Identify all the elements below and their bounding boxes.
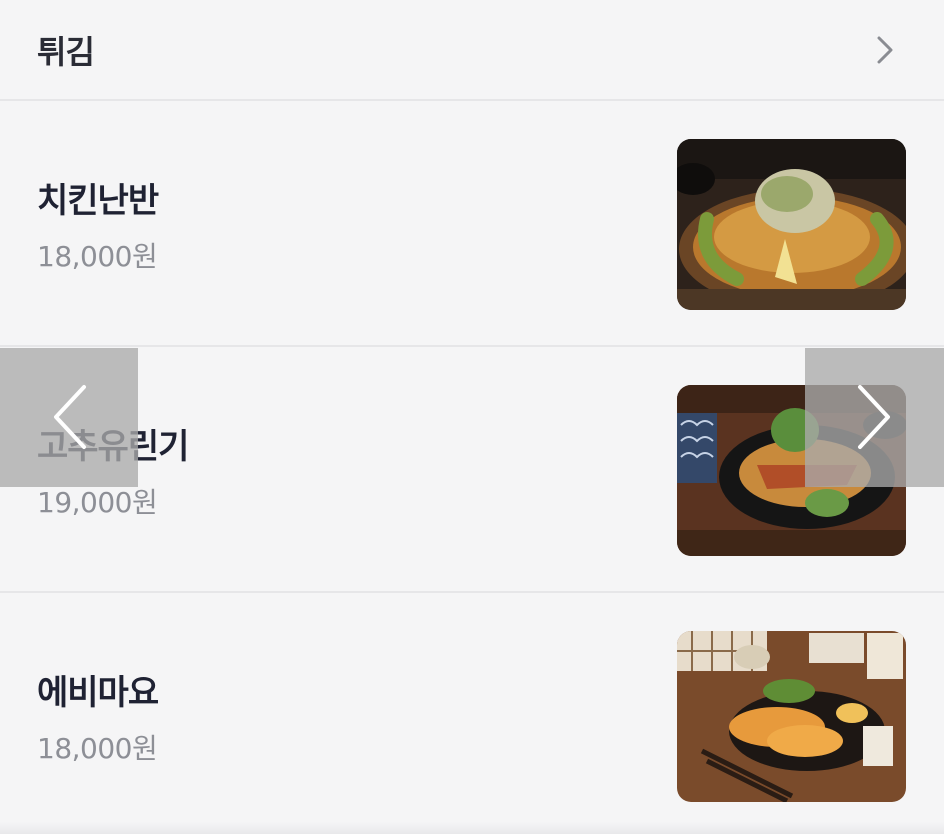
menu-item-price: 18,000원 [37,240,158,273]
section-title: 튀김 [37,33,95,71]
chevron-left-icon [54,385,86,449]
carousel-next-button[interactable] [805,348,944,487]
ebi-mayo-photo[interactable] [677,631,906,802]
menu-item-price: 18,000원 [37,732,158,765]
chevron-right-icon[interactable] [870,30,900,70]
menu-item-name: 에비마요 [37,673,159,713]
menu-item[interactable]: 치킨난반 18,000원 [0,101,944,347]
section-header[interactable]: 튀김 [0,0,944,101]
bottom-edge-shadow [0,822,944,834]
carousel-prev-button[interactable] [0,348,138,487]
chicken-nanban-photo[interactable] [677,139,906,310]
menu-item[interactable]: 에비마요 18,000원 [0,593,944,834]
chevron-right-icon [858,385,890,449]
menu-item-price: 19,000원 [37,486,158,519]
menu-item-name: 치킨난반 [37,181,159,221]
menu-item[interactable]: 고추유린기 19,000원 [0,347,944,593]
